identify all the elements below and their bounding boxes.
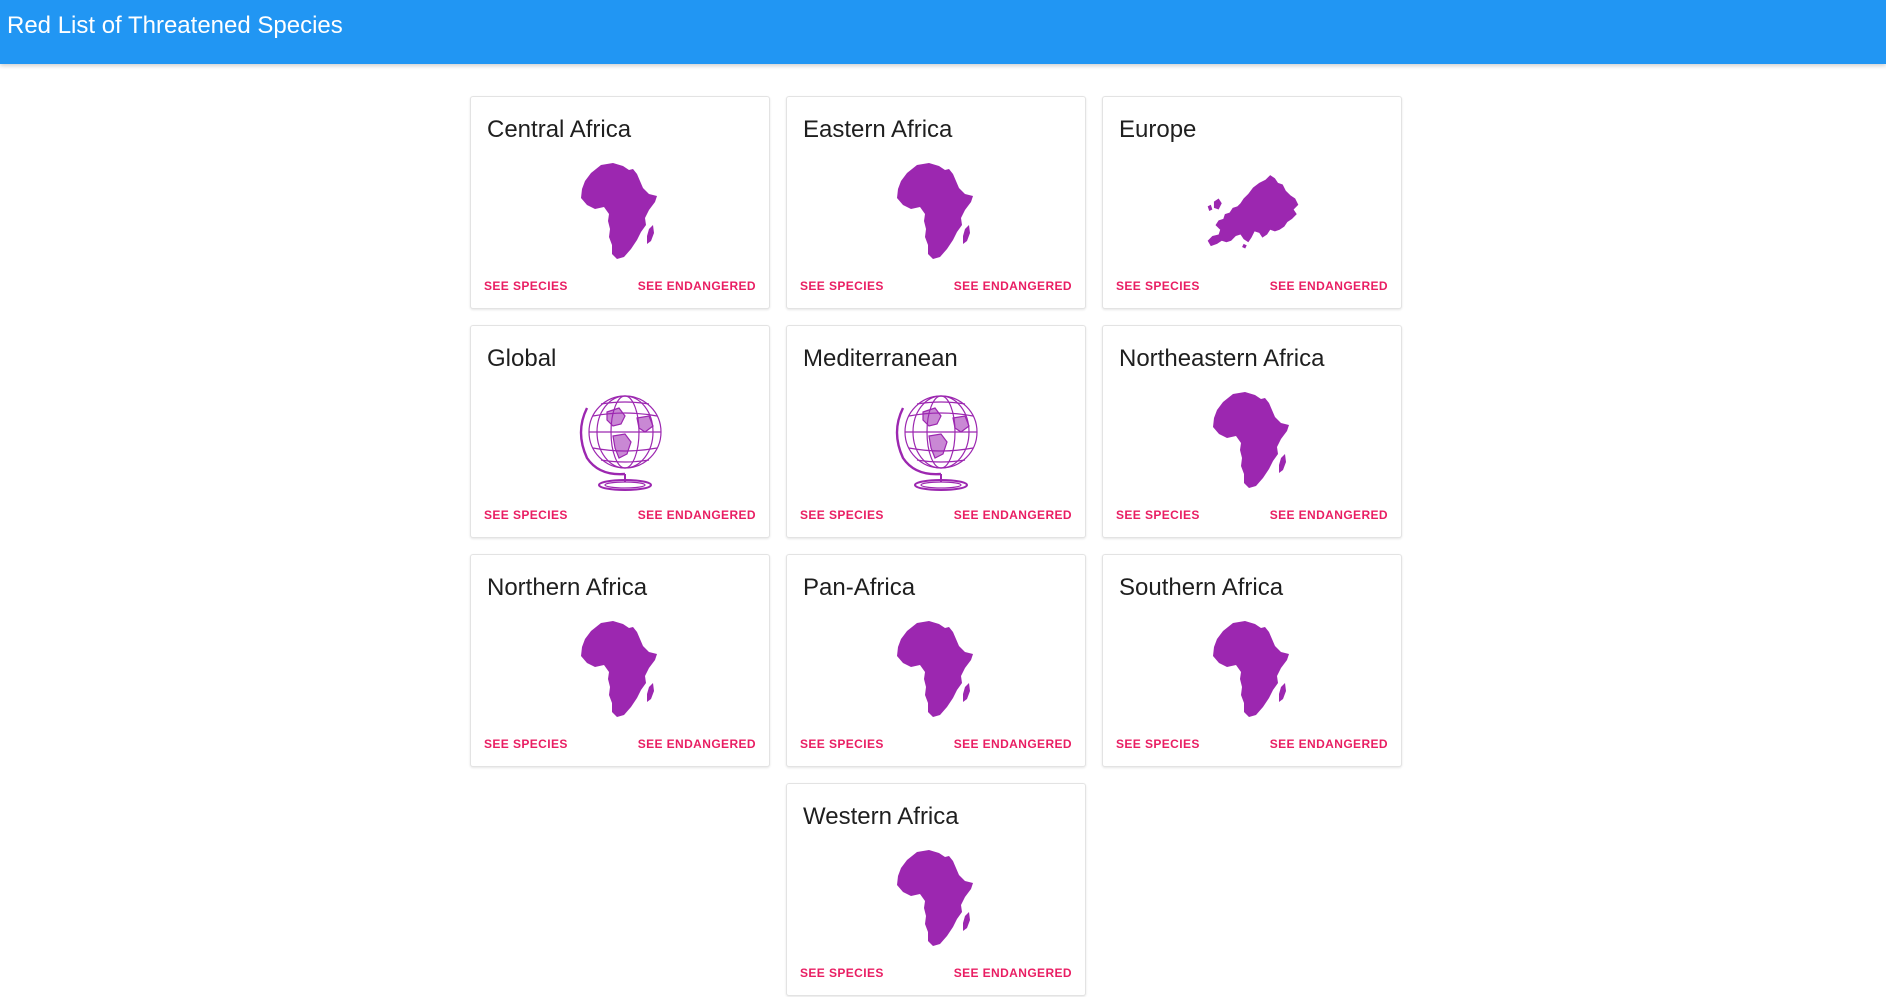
see-species-button[interactable]: SEE SPECIES bbox=[1116, 279, 1200, 293]
africa-map-icon bbox=[887, 846, 987, 950]
region-title: Northeastern Africa bbox=[1119, 345, 1325, 372]
region-card-eastern-africa[interactable]: Eastern Africa SEE SPECIES SEE ENDANGERE… bbox=[786, 96, 1086, 309]
see-endangered-button[interactable]: SEE ENDANGERED bbox=[1270, 737, 1388, 751]
region-card-southern-africa[interactable]: Southern Africa SEE SPECIES SEE ENDANGER… bbox=[1102, 554, 1402, 767]
europe-map-icon bbox=[1203, 159, 1303, 263]
see-endangered-button[interactable]: SEE ENDANGERED bbox=[638, 508, 756, 522]
see-endangered-button[interactable]: SEE ENDANGERED bbox=[638, 737, 756, 751]
globe-icon bbox=[571, 388, 671, 492]
region-title: Europe bbox=[1119, 116, 1197, 143]
see-endangered-button[interactable]: SEE ENDANGERED bbox=[638, 279, 756, 293]
see-endangered-button[interactable]: SEE ENDANGERED bbox=[954, 966, 1072, 980]
region-card-northeastern-africa[interactable]: Northeastern Africa SEE SPECIES SEE ENDA… bbox=[1102, 325, 1402, 538]
card-actions: SEE SPECIES SEE ENDANGERED bbox=[484, 735, 756, 753]
region-card-global[interactable]: Global SEE SPECIES SEE ENDANGERED bbox=[470, 325, 770, 538]
see-endangered-button[interactable]: SEE ENDANGERED bbox=[954, 737, 1072, 751]
see-endangered-button[interactable]: SEE ENDANGERED bbox=[1270, 508, 1388, 522]
see-species-button[interactable]: SEE SPECIES bbox=[484, 508, 568, 522]
see-species-button[interactable]: SEE SPECIES bbox=[484, 279, 568, 293]
see-species-button[interactable]: SEE SPECIES bbox=[1116, 737, 1200, 751]
app-title: Red List of Threatened Species bbox=[7, 12, 343, 39]
africa-map-icon bbox=[887, 617, 987, 721]
region-title: Central Africa bbox=[487, 116, 632, 143]
card-actions: SEE SPECIES SEE ENDANGERED bbox=[800, 964, 1072, 982]
card-actions: SEE SPECIES SEE ENDANGERED bbox=[1116, 735, 1388, 753]
region-card-western-africa[interactable]: Western Africa SEE SPECIES SEE ENDANGERE… bbox=[786, 783, 1086, 996]
see-endangered-button[interactable]: SEE ENDANGERED bbox=[954, 508, 1072, 522]
see-species-button[interactable]: SEE SPECIES bbox=[800, 737, 884, 751]
region-title: Western Africa bbox=[803, 803, 959, 830]
card-actions: SEE SPECIES SEE ENDANGERED bbox=[484, 506, 756, 524]
card-actions: SEE SPECIES SEE ENDANGERED bbox=[800, 506, 1072, 524]
card-actions: SEE SPECIES SEE ENDANGERED bbox=[1116, 277, 1388, 295]
region-title: Mediterranean bbox=[803, 345, 958, 372]
region-card-europe[interactable]: Europe SEE SPECIES SEE ENDANGERED bbox=[1102, 96, 1402, 309]
region-title: Eastern Africa bbox=[803, 116, 953, 143]
app-bar: Red List of Threatened Species bbox=[0, 0, 1886, 64]
africa-map-icon bbox=[887, 159, 987, 263]
region-grid: Central Africa SEE SPECIES SEE ENDANGERE… bbox=[470, 96, 1404, 996]
see-species-button[interactable]: SEE SPECIES bbox=[800, 966, 884, 980]
see-species-button[interactable]: SEE SPECIES bbox=[1116, 508, 1200, 522]
region-title: Global bbox=[487, 345, 557, 372]
region-title: Pan-Africa bbox=[803, 574, 916, 601]
africa-map-icon bbox=[571, 159, 671, 263]
africa-map-icon bbox=[1203, 617, 1303, 721]
region-title: Southern Africa bbox=[1119, 574, 1284, 601]
see-species-button[interactable]: SEE SPECIES bbox=[800, 279, 884, 293]
africa-map-icon bbox=[571, 617, 671, 721]
region-card-central-africa[interactable]: Central Africa SEE SPECIES SEE ENDANGERE… bbox=[470, 96, 770, 309]
africa-map-icon bbox=[1203, 388, 1303, 492]
region-card-pan-africa[interactable]: Pan-Africa SEE SPECIES SEE ENDANGERED bbox=[786, 554, 1086, 767]
card-actions: SEE SPECIES SEE ENDANGERED bbox=[800, 277, 1072, 295]
card-actions: SEE SPECIES SEE ENDANGERED bbox=[1116, 506, 1388, 524]
see-endangered-button[interactable]: SEE ENDANGERED bbox=[1270, 279, 1388, 293]
see-species-button[interactable]: SEE SPECIES bbox=[484, 737, 568, 751]
card-actions: SEE SPECIES SEE ENDANGERED bbox=[484, 277, 756, 295]
card-actions: SEE SPECIES SEE ENDANGERED bbox=[800, 735, 1072, 753]
region-title: Northern Africa bbox=[487, 574, 648, 601]
globe-icon bbox=[887, 388, 987, 492]
region-card-northern-africa[interactable]: Northern Africa SEE SPECIES SEE ENDANGER… bbox=[470, 554, 770, 767]
region-card-mediterranean[interactable]: Mediterranean SEE SPECIES SEE ENDANGERED bbox=[786, 325, 1086, 538]
see-endangered-button[interactable]: SEE ENDANGERED bbox=[954, 279, 1072, 293]
see-species-button[interactable]: SEE SPECIES bbox=[800, 508, 884, 522]
